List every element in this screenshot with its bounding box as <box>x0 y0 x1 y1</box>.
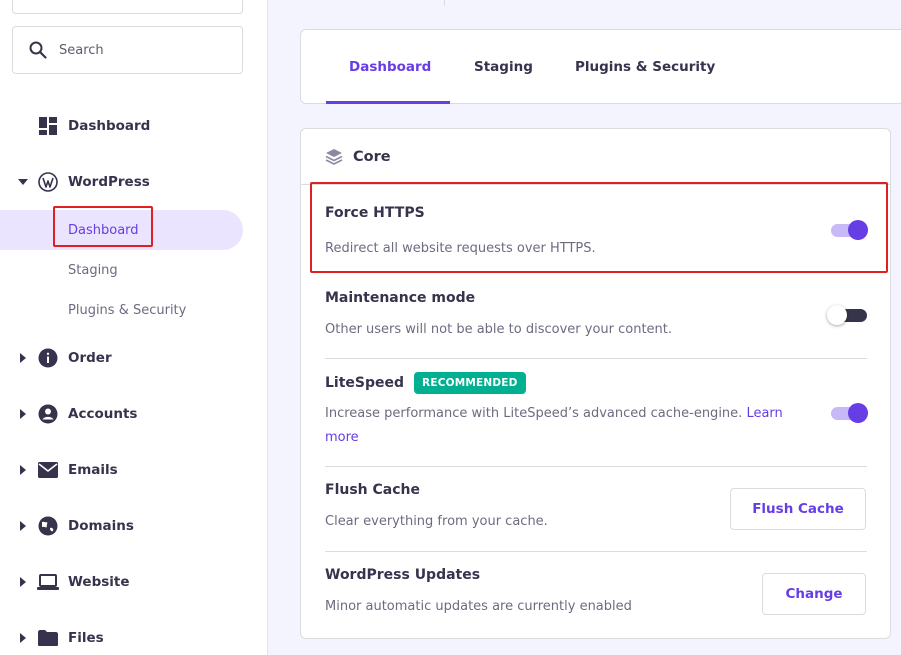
sidebar-item-wordpress[interactable]: WordPress <box>0 164 267 200</box>
search-icon <box>29 41 47 59</box>
sidebar-item-label: WordPress <box>68 174 150 190</box>
setting-title: Maintenance mode <box>325 290 476 306</box>
change-updates-button[interactable]: Change <box>762 573 866 615</box>
sidebar-item-label: Files <box>68 630 104 646</box>
setting-description-wrap: Increase performance with LiteSpeed’s ad… <box>325 402 805 450</box>
search-input[interactable] <box>59 42 219 58</box>
info-circle-icon <box>37 347 59 369</box>
caret-right-icon <box>18 633 28 643</box>
sidebar-item-label: Order <box>68 350 112 366</box>
flush-cache-button[interactable]: Flush Cache <box>730 488 866 530</box>
globe-icon <box>37 515 59 537</box>
setting-wordpress-updates: WordPress Updates Minor automatic update… <box>325 567 867 637</box>
sidebar-item-files[interactable]: Files <box>0 620 267 655</box>
sidebar-item-domains[interactable]: Domains <box>0 508 267 544</box>
toggle-knob <box>827 305 847 325</box>
caret-right-icon <box>18 465 28 475</box>
sidebar-subitem-staging[interactable]: Staging <box>0 250 243 290</box>
tab-plugins-security[interactable]: Plugins & Security <box>575 30 715 104</box>
highlight-box-force-https <box>310 182 888 273</box>
grid-dashboard-icon <box>37 115 59 137</box>
sidebar: Dashboard WordPress Dashboard Staging Pl… <box>0 0 268 655</box>
recommended-badge: RECOMMENDED <box>414 372 526 394</box>
caret-right-icon <box>18 409 28 419</box>
core-card-header: Core <box>301 129 890 185</box>
setting-litespeed: LiteSpeed RECOMMENDED Increase performan… <box>325 372 869 467</box>
core-card-title: Core <box>353 148 391 165</box>
wordpress-icon <box>37 171 59 193</box>
sidebar-item-label: Domains <box>68 518 134 534</box>
highlight-box-sidebar-dashboard <box>53 206 153 247</box>
layers-icon <box>325 148 343 165</box>
tabs-bar: Dashboard Staging Plugins & Security <box>300 29 901 104</box>
caret-down-icon <box>18 177 28 187</box>
maintenance-mode-toggle[interactable] <box>827 304 869 326</box>
setting-title: LiteSpeed <box>325 375 405 391</box>
toggle-knob <box>848 403 868 423</box>
caret-right-icon <box>18 521 28 531</box>
tab-staging[interactable]: Staging <box>474 30 533 104</box>
setting-description: Increase performance with LiteSpeed’s ad… <box>325 406 743 421</box>
setting-flush-cache: Flush Cache Clear everything from your c… <box>325 482 867 552</box>
setting-maintenance-mode: Maintenance mode Other users will not be… <box>325 290 867 359</box>
sidebar-item-website[interactable]: Website <box>0 564 267 600</box>
caret-right-icon <box>18 353 28 363</box>
sidebar-subitem-label: Staging <box>68 262 118 278</box>
sidebar-item-accounts[interactable]: Accounts <box>0 396 267 432</box>
tab-dashboard[interactable]: Dashboard <box>349 30 431 104</box>
sidebar-subitem-label: Plugins & Security <box>68 302 187 318</box>
search-box[interactable] <box>12 26 243 74</box>
sidebar-item-emails[interactable]: Emails <box>0 452 267 488</box>
folder-icon <box>37 627 59 649</box>
active-tab-indicator <box>326 101 450 104</box>
envelope-icon <box>37 459 59 481</box>
sidebar-subitem-plugins-security[interactable]: Plugins & Security <box>0 290 243 330</box>
setting-title-row: LiteSpeed RECOMMENDED <box>325 372 867 394</box>
litespeed-toggle[interactable] <box>829 402 869 424</box>
setting-description: Other users will not be able to discover… <box>325 322 673 337</box>
sidebar-item-label: Accounts <box>68 406 138 422</box>
sidebar-item-label: Emails <box>68 462 118 478</box>
header-divider <box>444 0 445 6</box>
caret-right-icon <box>18 577 28 587</box>
sidebar-top-control[interactable] <box>12 0 243 14</box>
sidebar-item-order[interactable]: Order <box>0 340 267 376</box>
sidebar-item-label: Dashboard <box>68 118 151 134</box>
sidebar-item-dashboard[interactable]: Dashboard <box>0 108 267 144</box>
user-circle-icon <box>37 403 59 425</box>
laptop-icon <box>37 571 59 593</box>
sidebar-item-label: Website <box>68 574 130 590</box>
